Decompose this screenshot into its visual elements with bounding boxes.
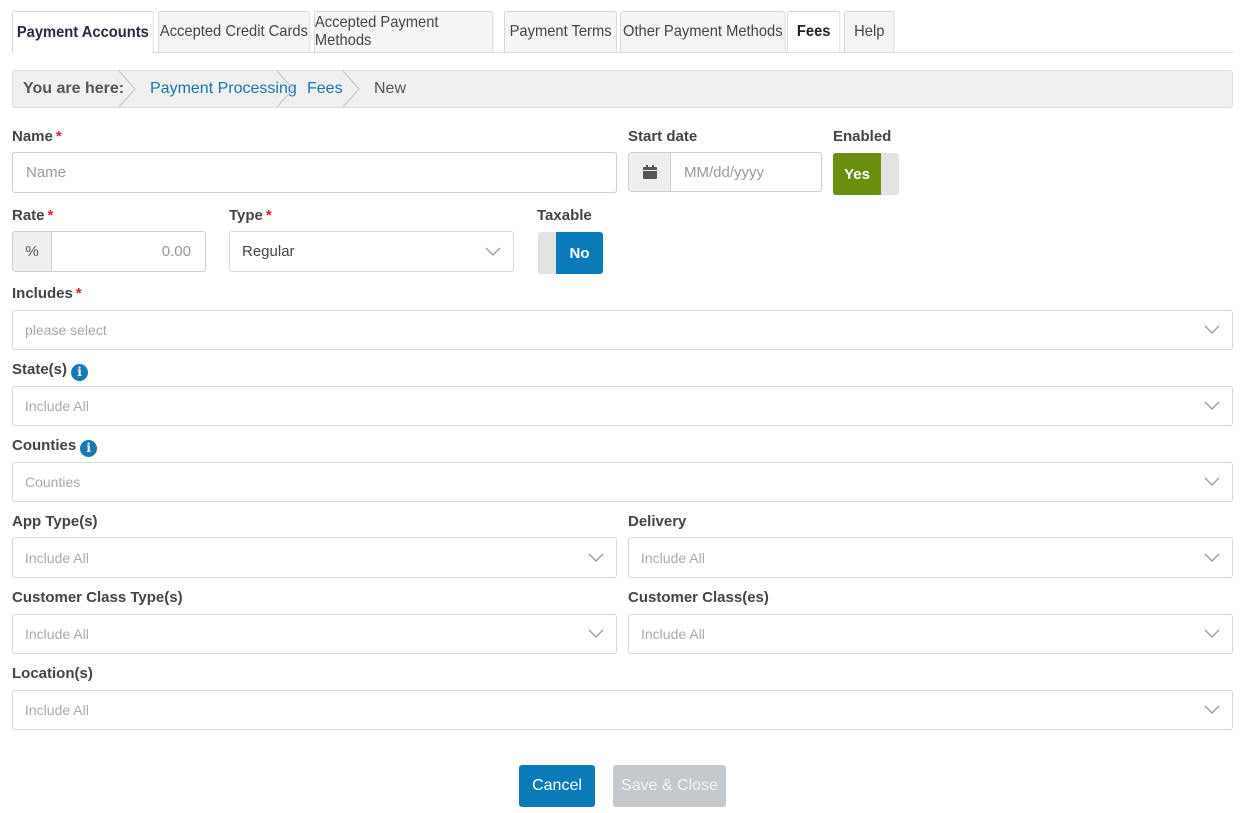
info-icon[interactable]: i	[80, 440, 98, 457]
chevron-down-icon	[1204, 477, 1220, 486]
delivery-select[interactable]: Include All	[628, 537, 1233, 578]
tab-fees[interactable]: Fees	[787, 11, 841, 52]
locations-label: Location(s)	[12, 665, 93, 682]
chevron-down-icon	[588, 553, 604, 562]
save-close-button[interactable]: Save & Close	[613, 765, 726, 807]
info-icon[interactable]: i	[71, 364, 89, 381]
customer-class-types-label: Customer Class Type(s)	[12, 589, 183, 606]
chevron-down-icon	[1204, 401, 1220, 410]
app-types-label: App Type(s)	[12, 513, 98, 530]
chevron-down-icon	[1204, 705, 1220, 714]
cancel-button[interactable]: Cancel	[519, 765, 595, 807]
chevron-down-icon	[1204, 629, 1220, 638]
customer-classes-select[interactable]: Include All	[628, 614, 1233, 654]
includes-label: Includes *	[12, 285, 82, 302]
enabled-label: Enabled	[833, 128, 892, 145]
chevron-down-icon	[1204, 553, 1220, 562]
type-select[interactable]: Regular	[229, 231, 514, 272]
chevron-down-icon	[588, 629, 604, 638]
start-date-field[interactable]: MM/dd/yyyy	[670, 152, 822, 192]
chevron-right-icon	[118, 71, 136, 107]
percent-addon: %	[12, 231, 52, 272]
customer-classes-label: Customer Class(es)	[628, 589, 769, 606]
calendar-icon	[642, 165, 657, 179]
chevron-down-icon	[485, 247, 501, 256]
locations-select[interactable]: Include All	[12, 690, 1233, 730]
chevron-right-icon	[276, 71, 294, 107]
includes-select[interactable]: please select	[12, 310, 1233, 350]
breadcrumb-prefix: You are here:	[23, 80, 125, 97]
states-select[interactable]: Include All	[12, 386, 1233, 426]
tab-other-payment-methods[interactable]: Other Payment Methods	[620, 11, 786, 52]
taxable-label: Taxable	[537, 207, 592, 224]
states-label: State(s) i	[12, 361, 89, 381]
enabled-toggle[interactable]: Yes	[833, 153, 899, 195]
breadcrumb-fees[interactable]: Fees	[307, 71, 343, 107]
delivery-label: Delivery	[628, 513, 687, 530]
calendar-button[interactable]	[628, 152, 671, 192]
breadcrumb: You are here: Payment Processing Fees Ne…	[12, 70, 1233, 108]
breadcrumb-current: New	[374, 80, 407, 97]
tab-payment-accounts[interactable]: Payment Accounts	[12, 11, 154, 53]
counties-select[interactable]: Counties	[12, 462, 1233, 502]
name-field[interactable]: Name	[12, 152, 617, 193]
rate-label: Rate *	[12, 207, 54, 224]
enabled-toggle-knob: Yes	[833, 153, 881, 195]
customer-class-types-select[interactable]: Include All	[12, 614, 617, 654]
tab-payment-terms[interactable]: Payment Terms	[504, 11, 618, 52]
taxable-toggle-knob: No	[556, 232, 603, 274]
chevron-down-icon	[1204, 325, 1220, 334]
counties-label: Counties i	[12, 437, 98, 457]
tab-accepted-payment-methods[interactable]: Accepted Payment Methods	[314, 11, 494, 52]
name-label: Name *	[12, 128, 62, 145]
taxable-toggle[interactable]: No	[538, 232, 603, 274]
start-date-label: Start date	[628, 128, 698, 145]
app-types-select[interactable]: Include All	[12, 537, 617, 578]
type-label: Type *	[229, 207, 272, 224]
tab-bar: Payment Accounts Accepted Credit Cards A…	[12, 11, 1233, 53]
tab-accepted-credit-cards[interactable]: Accepted Credit Cards	[158, 11, 310, 52]
rate-field[interactable]: 0.00	[51, 231, 206, 272]
chevron-right-icon	[342, 71, 360, 107]
tab-help[interactable]: Help	[844, 11, 895, 52]
